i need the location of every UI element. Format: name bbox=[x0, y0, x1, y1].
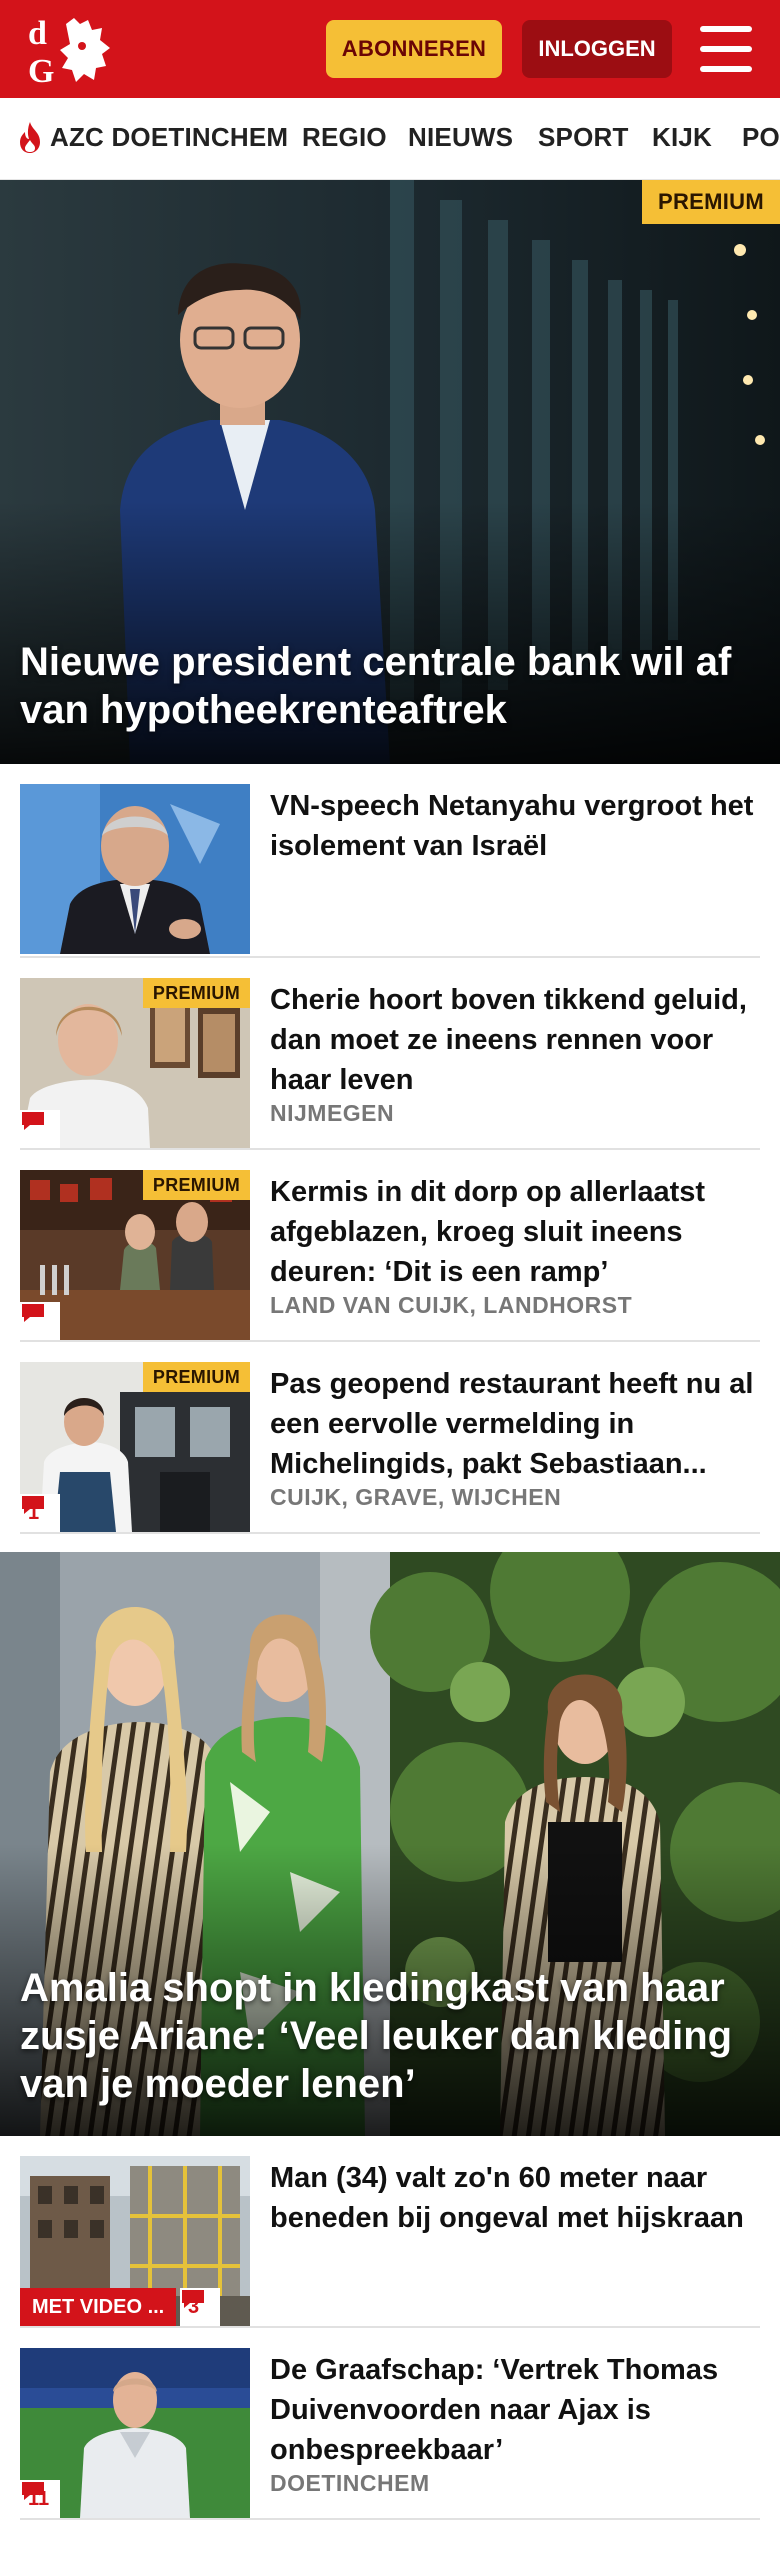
comment-count[interactable] bbox=[20, 1110, 60, 1148]
comment-count[interactable]: 3 bbox=[180, 2288, 220, 2326]
comment-icon bbox=[22, 1496, 44, 1514]
article-title[interactable]: De Graafschap: ‘Vertrek Thomas Duivenvoo… bbox=[270, 2350, 760, 2470]
article-thumbnail: PREMIUM bbox=[20, 978, 250, 1148]
premium-badge: PREMIUM bbox=[142, 978, 250, 1008]
category-nav: AZC DOETINCHEM REGIO NIEUWS SPORT KIJK P… bbox=[0, 98, 780, 180]
article-title[interactable]: VN-speech Netanyahu vergroot het isoleme… bbox=[270, 786, 760, 866]
svg-text:d: d bbox=[28, 15, 47, 52]
comment-icon bbox=[22, 1112, 44, 1130]
comment-icon bbox=[22, 2482, 44, 2500]
video-badge: MET VIDEO ... bbox=[20, 2288, 177, 2326]
article-location: DOETINCHEM bbox=[270, 2470, 430, 2496]
list-item[interactable]: MET VIDEO ... 3 Man (34) valt zo'n 60 me… bbox=[20, 2136, 760, 2328]
site-logo[interactable]: d G bbox=[22, 10, 118, 90]
premium-badge: PREMIUM bbox=[142, 1170, 250, 1200]
article-location: LAND VAN CUIJK, LANDHORST bbox=[270, 1292, 633, 1318]
nav-item-kijk[interactable]: KIJK bbox=[652, 122, 712, 153]
flame-icon bbox=[20, 122, 40, 153]
article-thumbnail: MET VIDEO ... 3 bbox=[20, 2156, 250, 2326]
menu-icon[interactable] bbox=[700, 26, 752, 72]
svg-text:G: G bbox=[28, 53, 54, 88]
hero-title-2[interactable]: Amalia shopt in kledingkast van haar zus… bbox=[20, 1964, 760, 2108]
hero-article-1[interactable]: PREMIUM Nieuwe president centrale bank w… bbox=[0, 180, 780, 764]
article-title[interactable]: Pas geopend restaurant heeft nu al een e… bbox=[270, 1364, 760, 1484]
list-item[interactable]: PREMIUM 1 Pas geopend restaurant heeft n… bbox=[20, 1342, 760, 1534]
list-item[interactable]: VN-speech Netanyahu vergroot het isoleme… bbox=[20, 764, 760, 958]
premium-badge: PREMIUM bbox=[642, 180, 780, 224]
nav-item-nieuws[interactable]: NIEUWS bbox=[408, 122, 513, 153]
hero-title-1[interactable]: Nieuwe president centrale bank wil af va… bbox=[20, 638, 760, 734]
article-title[interactable]: Kermis in dit dorp op allerlaatst afgebl… bbox=[270, 1172, 760, 1292]
comment-count[interactable] bbox=[20, 1302, 60, 1340]
comment-count[interactable]: 11 bbox=[20, 2480, 60, 2518]
top-header: d G ABONNEREN INLOGGEN bbox=[0, 0, 780, 98]
article-title[interactable]: Man (34) valt zo'n 60 meter naar beneden… bbox=[270, 2158, 760, 2238]
article-location: NIJMEGEN bbox=[270, 1100, 395, 1126]
nav-item-sport[interactable]: SPORT bbox=[538, 122, 629, 153]
article-thumbnail bbox=[20, 784, 250, 954]
list-item[interactable]: PREMIUM Cherie hoort boven tikkend gelui… bbox=[20, 958, 760, 1150]
login-button[interactable]: INLOGGEN bbox=[522, 20, 672, 78]
premium-badge: PREMIUM bbox=[142, 1362, 250, 1392]
comment-icon bbox=[22, 1304, 44, 1322]
article-thumbnail: PREMIUM bbox=[20, 1170, 250, 1340]
comment-count[interactable]: 1 bbox=[20, 1494, 60, 1532]
list-item[interactable]: PREMIUM Kermis in dit dorp op allerlaats… bbox=[20, 1150, 760, 1342]
article-location: CUIJK, GRAVE, WIJCHEN bbox=[270, 1484, 562, 1510]
nav-item-partial[interactable]: PO bbox=[742, 122, 780, 153]
article-thumbnail: 11 bbox=[20, 2348, 250, 2518]
article-title[interactable]: Cherie hoort boven tikkend geluid, dan m… bbox=[270, 980, 760, 1100]
comment-icon bbox=[182, 2290, 204, 2308]
subscribe-button[interactable]: ABONNEREN bbox=[326, 20, 502, 78]
nav-item-azc-doetinchem[interactable]: AZC DOETINCHEM bbox=[50, 122, 288, 153]
hero-article-2[interactable]: Amalia shopt in kledingkast van haar zus… bbox=[0, 1552, 780, 2136]
article-thumbnail: PREMIUM 1 bbox=[20, 1362, 250, 1532]
nav-item-regio[interactable]: REGIO bbox=[302, 122, 387, 153]
list-item[interactable]: 11 De Graafschap: ‘Vertrek Thomas Duiven… bbox=[20, 2328, 760, 2520]
